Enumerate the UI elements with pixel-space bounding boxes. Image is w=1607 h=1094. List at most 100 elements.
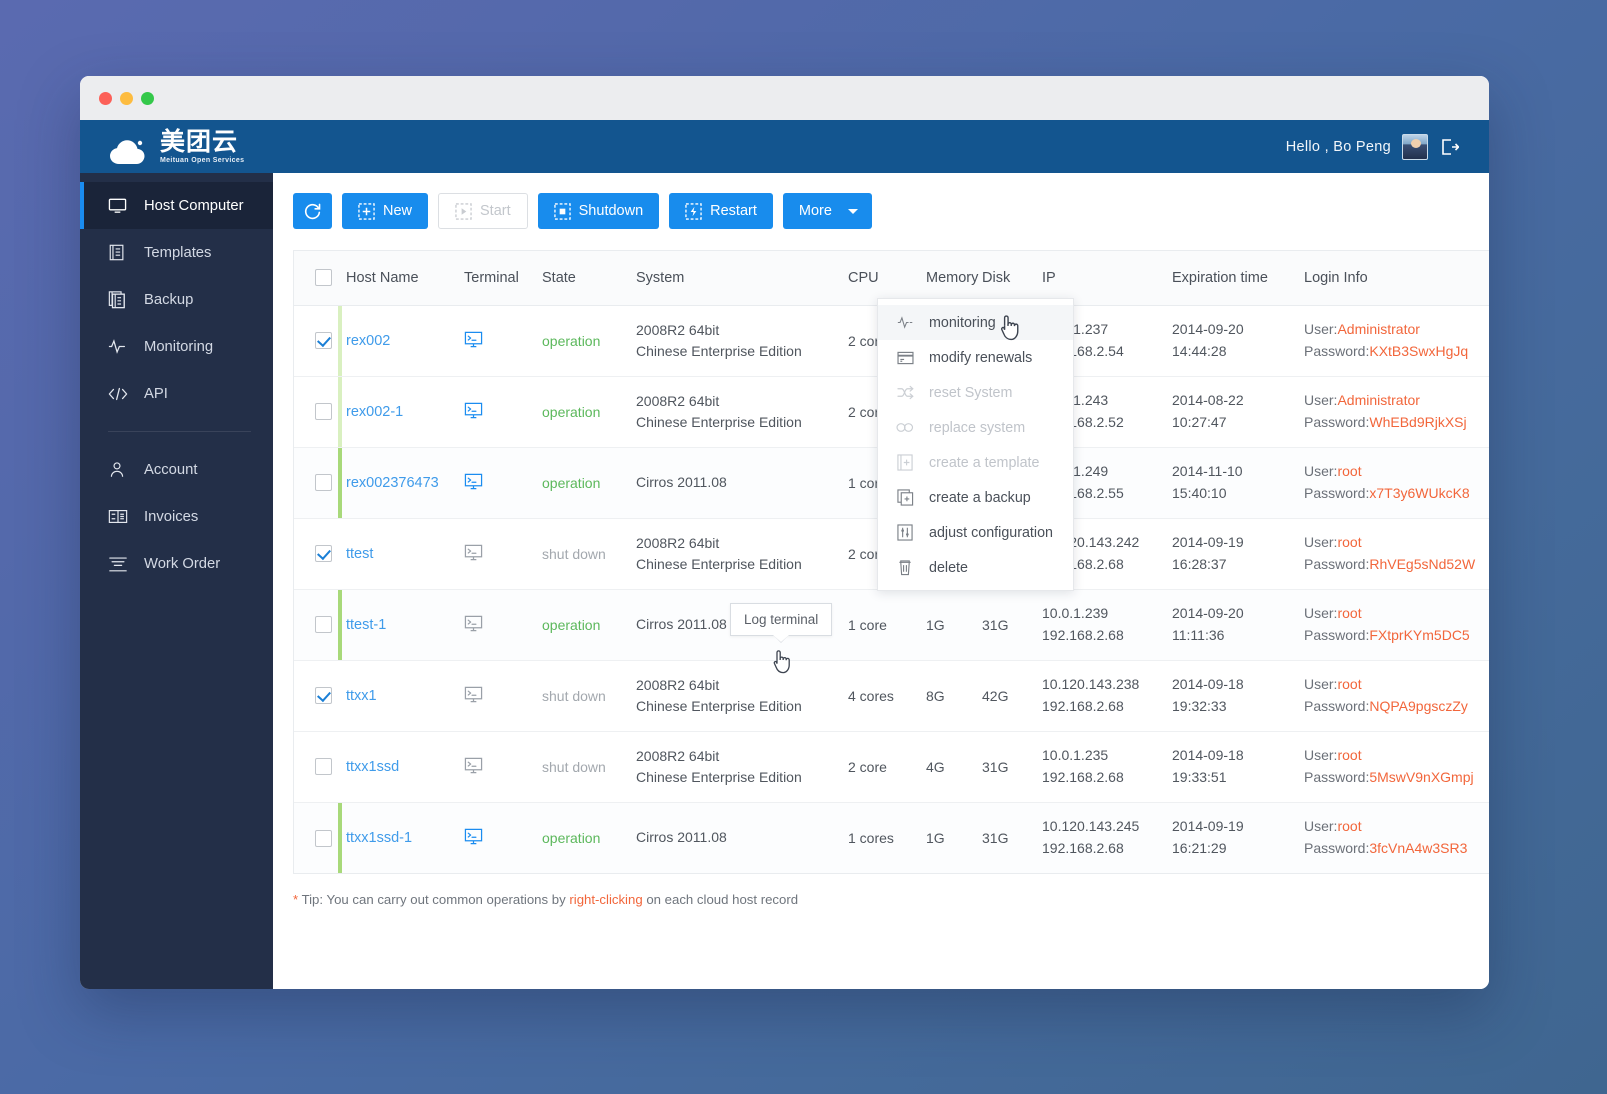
sliders-icon: [894, 524, 916, 541]
more-button[interactable]: More: [782, 193, 872, 229]
row-checkbox[interactable]: [315, 332, 332, 350]
sidebar-item-monitoring[interactable]: Monitoring: [80, 323, 273, 370]
log-terminal-icon[interactable]: [464, 756, 483, 775]
avatar[interactable]: [1402, 133, 1428, 160]
row-checkbox[interactable]: [315, 616, 332, 634]
sidebar-item-invoices[interactable]: Invoices: [80, 493, 273, 540]
sidebar-item-backup[interactable]: Backup: [80, 276, 273, 323]
host-name-link[interactable]: ttest-1: [346, 617, 386, 633]
menu-item-label: modify renewals: [929, 349, 1033, 366]
table-head: Host Name Terminal State System CPU Memo…: [294, 251, 1489, 305]
brand-name-cn: 美团云: [160, 127, 239, 156]
menu-item-modify-renewals[interactable]: modify renewals: [878, 340, 1073, 375]
tip-text: * Tip: You can carry out common operatio…: [293, 892, 1489, 907]
col-header-expiration[interactable]: Expiration time: [1168, 251, 1300, 305]
col-header-ip[interactable]: IP: [1038, 251, 1168, 305]
cell-ip: 10.0.1.235 192.168.2.68: [1038, 730, 1168, 802]
cell-memory: 1G: [922, 588, 978, 660]
menu-item-delete[interactable]: delete: [878, 550, 1073, 585]
host-name-link[interactable]: ttxx1ssd: [346, 759, 399, 775]
tip-highlight[interactable]: right-clicking: [569, 892, 642, 907]
brand-logo[interactable]: 美团云 Meituan Open Services: [109, 129, 244, 164]
tip-post: on each cloud host record: [642, 892, 799, 907]
row-select-cell: [294, 304, 342, 376]
table-row[interactable]: ttest-1 operation Cirros 2011.08 1 core 1G 31…: [294, 588, 1489, 660]
log-terminal-icon[interactable]: [464, 827, 483, 846]
maximize-window-button[interactable]: [141, 91, 154, 105]
log-terminal-icon[interactable]: [464, 401, 483, 420]
col-header-terminal[interactable]: Terminal: [460, 251, 538, 305]
menu-item-monitoring[interactable]: monitoring: [878, 305, 1073, 340]
col-header-memory[interactable]: Memory: [922, 251, 978, 305]
cell-terminal: [460, 730, 538, 802]
menu-item-adjust-configuration[interactable]: adjust configuration: [878, 515, 1073, 550]
row-checkbox[interactable]: [315, 474, 332, 492]
start-button[interactable]: Start: [438, 193, 528, 229]
login-user-line: User:root: [1304, 818, 1362, 835]
row-checkbox[interactable]: [315, 403, 332, 421]
host-name-link[interactable]: ttxx1ssd-1: [346, 830, 412, 846]
login-password-line: Password:3fcVnA4w3SR3: [1304, 839, 1468, 856]
menu-item-replace-system: replace system: [878, 410, 1073, 445]
system-line: 2008R2 64bit: [636, 392, 720, 409]
log-terminal-icon[interactable]: [464, 543, 483, 562]
col-header-host-name[interactable]: Host Name: [342, 251, 460, 305]
system-line: Chinese Enterprise Edition: [636, 555, 802, 572]
sidebar-item-label: Host Computer: [144, 197, 244, 214]
sidebar-item-label: Account: [144, 461, 198, 478]
host-name-link[interactable]: ttxx1: [346, 688, 377, 704]
cell-system: 2008R2 64bit Chinese Enterprise Edition: [632, 304, 844, 376]
restart-button[interactable]: Restart: [669, 193, 773, 229]
row-checkbox[interactable]: [315, 687, 332, 705]
row-select-cell: [294, 801, 342, 873]
row-checkbox[interactable]: [315, 758, 332, 776]
new-button[interactable]: New: [342, 193, 429, 229]
sidebar-item-templates[interactable]: Templates: [80, 229, 273, 276]
minimize-window-button[interactable]: [120, 91, 133, 105]
menu-item-label: delete: [929, 559, 968, 576]
select-all-checkbox[interactable]: [315, 269, 332, 287]
row-checkbox[interactable]: [315, 545, 332, 563]
col-header-login-info[interactable]: Login Info: [1300, 251, 1489, 305]
host-name-link[interactable]: rex002-1: [346, 404, 403, 420]
cell-terminal: [460, 517, 538, 589]
sidebar-item-work-order[interactable]: Work Order: [80, 540, 273, 587]
host-name-link[interactable]: ttest: [346, 546, 373, 562]
monitor-icon: [108, 196, 132, 215]
status-badge: shut down: [542, 687, 606, 704]
col-header-cpu[interactable]: CPU: [844, 251, 922, 305]
refresh-button[interactable]: [293, 193, 332, 229]
cell-terminal: [460, 801, 538, 873]
table-row[interactable]: ttxx1ssd-1 operation Cirros 2011.08 1 cores…: [294, 801, 1489, 873]
col-header-system[interactable]: System: [632, 251, 844, 305]
system-line: Chinese Enterprise Edition: [636, 413, 802, 430]
user-area: Hello , Bo Peng: [1286, 133, 1459, 160]
log-terminal-icon[interactable]: [464, 614, 483, 633]
table-row[interactable]: ttxx1ssd shut down 2008R2 64bit Chinese Ent…: [294, 730, 1489, 802]
window-titlebar: [80, 76, 1489, 120]
host-name-link[interactable]: rex002: [346, 333, 390, 349]
table-row[interactable]: ttxx1 shut down 2008R2 64bit Chinese Enterp…: [294, 659, 1489, 731]
col-header-disk[interactable]: Disk: [978, 251, 1038, 305]
close-window-button[interactable]: [99, 91, 112, 105]
logout-icon[interactable]: [1439, 137, 1459, 157]
log-terminal-icon[interactable]: [464, 472, 483, 491]
menu-item-create-a-backup[interactable]: create a backup: [878, 480, 1073, 515]
sidebar-item-label: Backup: [144, 291, 194, 308]
shutdown-button[interactable]: Shutdown: [537, 193, 660, 229]
login-user-line: User:root: [1304, 533, 1362, 550]
row-checkbox[interactable]: [315, 829, 332, 847]
login-password-line: Password:x7T3y6WUkcK8: [1304, 484, 1470, 501]
cell-host-name: ttxx1ssd-1: [342, 801, 460, 873]
expiration-date: 2014-09-19: [1172, 533, 1244, 550]
copy-plus-icon: [894, 489, 916, 506]
sidebar-item-api[interactable]: API: [80, 370, 273, 417]
pulse-icon: [894, 315, 916, 330]
sidebar-item-host-computer[interactable]: Host Computer: [80, 182, 273, 229]
sidebar-item-account[interactable]: Account: [80, 446, 273, 493]
col-header-state[interactable]: State: [538, 251, 632, 305]
system-line: 2008R2 64bit: [636, 321, 720, 338]
log-terminal-icon[interactable]: [464, 685, 483, 704]
host-name-link[interactable]: rex002376473: [346, 475, 439, 491]
log-terminal-icon[interactable]: [464, 330, 483, 349]
